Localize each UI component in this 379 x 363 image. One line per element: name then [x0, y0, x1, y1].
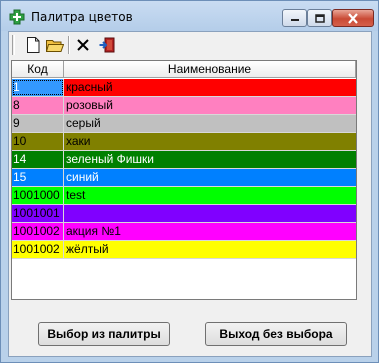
open-folder-icon: [46, 40, 64, 52]
row-code-cell[interactable]: 1: [12, 79, 64, 96]
table-row[interactable]: 1001000 test: [12, 187, 356, 205]
table-row[interactable]: 8 розовый: [12, 97, 356, 115]
toolbar: [9, 32, 371, 59]
row-name-cell[interactable]: зеленый Фишки: [64, 151, 356, 168]
row-name-cell[interactable]: test: [64, 187, 356, 204]
delete-button[interactable]: [73, 35, 93, 55]
table-row[interactable]: 14 зеленый Фишки: [12, 151, 356, 169]
header-name[interactable]: Наименование: [64, 61, 356, 78]
table-row[interactable]: 1001002 жёлтый: [12, 241, 356, 259]
row-code-cell[interactable]: 14: [12, 151, 64, 168]
row-name-cell[interactable]: жёлтый: [64, 241, 356, 258]
new-button[interactable]: [23, 35, 43, 55]
new-document-icon: [27, 37, 40, 53]
delete-icon: [77, 39, 89, 51]
window-title: Палитра цветов: [31, 10, 133, 24]
row-name-cell[interactable]: хаки: [64, 133, 356, 150]
open-button[interactable]: [45, 35, 65, 55]
row-name-cell[interactable]: синий: [64, 169, 356, 186]
table-row[interactable]: 1 красный: [12, 79, 356, 97]
maximize-icon: [314, 13, 325, 23]
exit-without-selection-button[interactable]: Выход без выбора: [205, 322, 347, 346]
row-code-cell[interactable]: 1001002: [12, 223, 64, 240]
header-code[interactable]: Код: [12, 61, 64, 78]
exit-button[interactable]: [97, 35, 117, 55]
row-code-cell[interactable]: 10: [12, 133, 64, 150]
table-row[interactable]: 1001001: [12, 205, 356, 223]
maximize-button[interactable]: [307, 9, 332, 27]
close-button[interactable]: [332, 9, 374, 27]
row-code-cell[interactable]: 9: [12, 115, 64, 132]
row-name-cell[interactable]: акция №1: [64, 223, 356, 240]
title-bar[interactable]: Палитра цветов: [1, 1, 378, 31]
row-name-cell[interactable]: красный: [64, 79, 356, 96]
row-code-cell[interactable]: 1001002: [12, 241, 64, 258]
client-area: Код Наименование 1 красный 8 розовый 9 серый 1…: [8, 31, 372, 357]
toolbar-grip[interactable]: [12, 35, 15, 55]
app-cross-icon: [9, 9, 25, 25]
minimize-button[interactable]: [282, 9, 307, 27]
color-grid[interactable]: Код Наименование 1 красный 8 розовый 9 серый 1…: [11, 60, 357, 300]
grid-rows: 1 красный 8 розовый 9 серый 10 хаки 14 зеленый Фи…: [12, 79, 356, 259]
row-code-cell[interactable]: 15: [12, 169, 64, 186]
table-row[interactable]: 15 синий: [12, 169, 356, 187]
toolbar-separator: [68, 36, 70, 54]
row-code-cell[interactable]: 8: [12, 97, 64, 114]
minimize-icon: [290, 19, 299, 21]
close-icon: [348, 12, 358, 24]
palette-window: Палитра цветов Код Наименование 1 красны…: [0, 0, 379, 363]
table-row[interactable]: 9 серый: [12, 115, 356, 133]
grid-header: Код Наименование: [12, 61, 356, 78]
row-name-cell[interactable]: розовый: [64, 97, 356, 114]
row-code-cell[interactable]: 1001001: [12, 205, 64, 222]
row-code-cell[interactable]: 1001000: [12, 187, 64, 204]
table-row[interactable]: 1001002 акция №1: [12, 223, 356, 241]
table-row[interactable]: 10 хаки: [12, 133, 356, 151]
exit-door-icon: [99, 37, 115, 53]
row-name-cell[interactable]: [64, 205, 356, 222]
row-name-cell[interactable]: серый: [64, 115, 356, 132]
pick-from-palette-button[interactable]: Выбор из палитры: [38, 322, 170, 346]
